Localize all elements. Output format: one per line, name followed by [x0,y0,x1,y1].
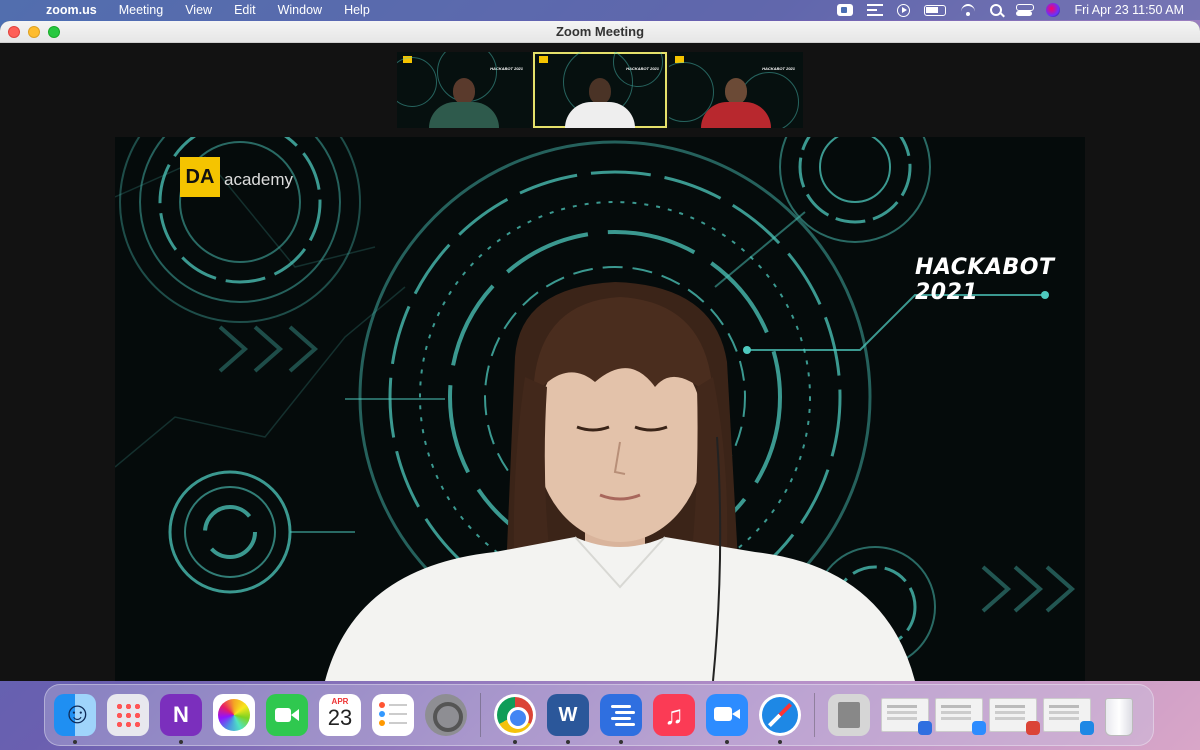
window-title: Zoom Meeting [555,24,645,39]
facetime-icon[interactable] [266,694,308,736]
menu-app-name[interactable]: zoom.us [46,3,97,17]
wifi-icon[interactable] [960,4,976,16]
safari-icon[interactable] [759,694,801,744]
play-icon[interactable] [897,3,911,17]
onenote-icon[interactable]: N [160,694,202,744]
word-icon[interactable]: W [547,694,589,744]
participant-thumbnail-active-speaker[interactable]: HACKABOT 2021 [533,52,667,128]
participant-thumbnail[interactable]: HACKABOT 2021 [669,52,803,128]
menu-meeting[interactable]: Meeting [119,3,163,17]
calendar-day: 23 [327,705,353,730]
window-titlebar[interactable]: Zoom Meeting [0,21,1200,43]
speaker-figure [325,282,915,681]
menu-window[interactable]: Window [278,3,322,17]
participant-thumbnails: HACKABOT 2021 HACKABOT 2021 HACKABOT 202… [397,52,803,128]
minimized-window-thumbnail[interactable] [1043,698,1094,735]
dock-separator [480,693,481,737]
running-indicator [566,740,570,744]
participant-video [701,78,771,128]
minimize-window-button[interactable] [28,26,40,38]
minimized-window-thumbnail[interactable] [935,698,986,735]
window-controls [8,26,60,38]
menubar-clock[interactable]: Fri Apr 23 11:50 AM [1074,3,1184,17]
menubar-status-area: Fri Apr 23 11:50 AM [837,0,1184,20]
onenote-letter: N [173,702,189,727]
dock-separator [814,693,815,737]
running-indicator [513,740,517,744]
photos-icon[interactable] [213,694,255,736]
menu-bar: zoom.us Meeting View Edit Window Help Fr… [0,0,1200,20]
meeting-area: HACKABOT 2021 HACKABOT 2021 HACKABOT 202… [0,43,1200,681]
participant-thumbnail[interactable]: HACKABOT 2021 [397,52,531,128]
participant-video [429,78,499,128]
running-indicator [725,740,729,744]
chrome-icon[interactable] [494,694,536,744]
dock: N APR 23 W ♫ [44,684,1154,746]
zoom-app-icon[interactable] [706,694,748,744]
battery-icon[interactable] [924,4,947,16]
launchpad-icon[interactable] [107,694,149,736]
music-glyph: ♫ [664,699,684,730]
running-indicator [778,740,782,744]
menu-view[interactable]: View [185,3,212,17]
mini-logo [539,56,548,63]
siri-icon[interactable] [1046,3,1061,17]
running-indicator [619,740,623,744]
running-indicator [179,740,183,744]
system-preferences-icon[interactable] [425,694,467,736]
close-window-button[interactable] [8,26,20,38]
minimized-window-thumbnail[interactable] [989,698,1040,735]
participant-video [565,78,635,128]
menu-edit[interactable]: Edit [234,3,256,17]
notes-app-icon[interactable] [600,694,642,744]
trash-icon[interactable] [1097,694,1139,736]
archive-utility-icon[interactable] [828,694,870,736]
main-speaker-video[interactable]: DA academy HACKABOT 2021 [115,137,1085,681]
minimized-window-thumbnail[interactable] [881,698,932,735]
reminders-icon[interactable] [372,694,414,736]
control-center-icon[interactable] [1016,4,1035,16]
mini-event-title: HACKABOT 2021 [762,66,795,71]
zoom-status-icon[interactable] [837,4,854,16]
zoom-meeting-window: Zoom Meeting HACKABOT 2021 HACKABOT 2021 [0,21,1200,681]
calendar-icon[interactable]: APR 23 [319,694,361,736]
menu-help[interactable]: Help [344,3,370,17]
list-icon[interactable] [867,4,884,16]
spotlight-search-icon[interactable] [990,4,1003,16]
maximize-window-button[interactable] [48,26,60,38]
music-icon[interactable]: ♫ [653,694,695,736]
finder-icon[interactable] [54,694,96,744]
word-letter: W [558,703,578,726]
running-indicator [73,740,77,744]
